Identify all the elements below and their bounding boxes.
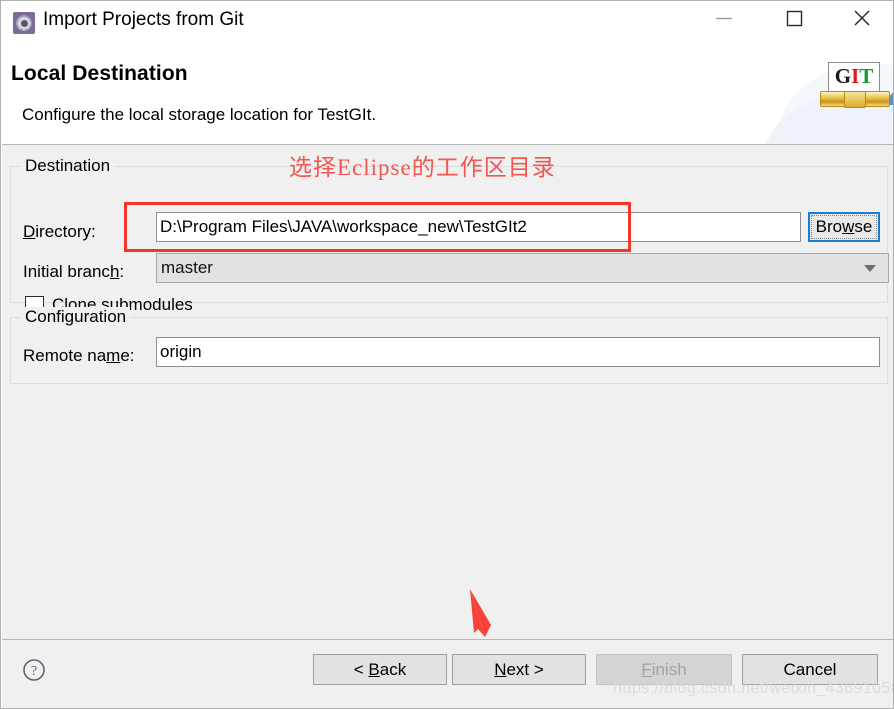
wizard-footer: ? < Back Next > Finish Cancel <box>2 640 893 708</box>
next-button[interactable]: Next > <box>452 654 586 685</box>
wizard-body: Destination Directory: D:\Program Files\… <box>2 145 893 639</box>
help-icon[interactable]: ? <box>22 658 46 682</box>
minimize-icon[interactable] <box>701 1 747 35</box>
configuration-group-title: Configuration <box>21 307 131 327</box>
git-logo-icon: GIT <box>762 45 893 144</box>
cancel-button[interactable]: Cancel <box>742 654 878 685</box>
remote-name-label: Remote name: <box>23 346 135 365</box>
page-title: Local Destination <box>11 62 188 85</box>
remote-name-input[interactable]: origin <box>156 337 880 367</box>
title-bar: Import Projects from Git <box>1 1 893 45</box>
initial-branch-combo[interactable]: master <box>156 253 889 283</box>
initial-branch-value: master <box>161 258 213 277</box>
close-icon[interactable] <box>839 1 885 35</box>
initial-branch-label: Initial branch: <box>23 262 125 281</box>
destination-group: Destination Directory: D:\Program Files\… <box>10 156 889 315</box>
back-button[interactable]: < Back <box>313 654 447 685</box>
git-logo-letter-t: T <box>859 64 874 88</box>
import-projects-from-git-dialog: Import Projects from Git Local Destinati… <box>0 0 894 709</box>
annotation-text: 选择Eclipse的工作区目录 <box>289 155 556 180</box>
page-description: Configure the local storage location for… <box>22 105 377 124</box>
configuration-group: Configuration Remote name: origin <box>10 307 888 384</box>
finish-button: Finish <box>596 654 732 685</box>
git-logo-letter-g: G <box>834 64 852 88</box>
directory-label: Directory: <box>23 222 96 241</box>
chevron-down-icon <box>864 265 876 272</box>
git-logo-text: GIT <box>828 62 880 92</box>
destination-group-title: Destination <box>21 156 115 176</box>
wizard-header: Local Destination Configure the local st… <box>2 45 893 144</box>
window-title: Import Projects from Git <box>43 9 244 30</box>
browse-button[interactable]: Browse <box>808 212 880 242</box>
maximize-icon[interactable] <box>771 1 817 35</box>
eclipse-gear-icon <box>13 12 35 34</box>
directory-input[interactable]: D:\Program Files\JAVA\workspace_new\Test… <box>156 212 801 242</box>
svg-text:?: ? <box>31 664 37 679</box>
